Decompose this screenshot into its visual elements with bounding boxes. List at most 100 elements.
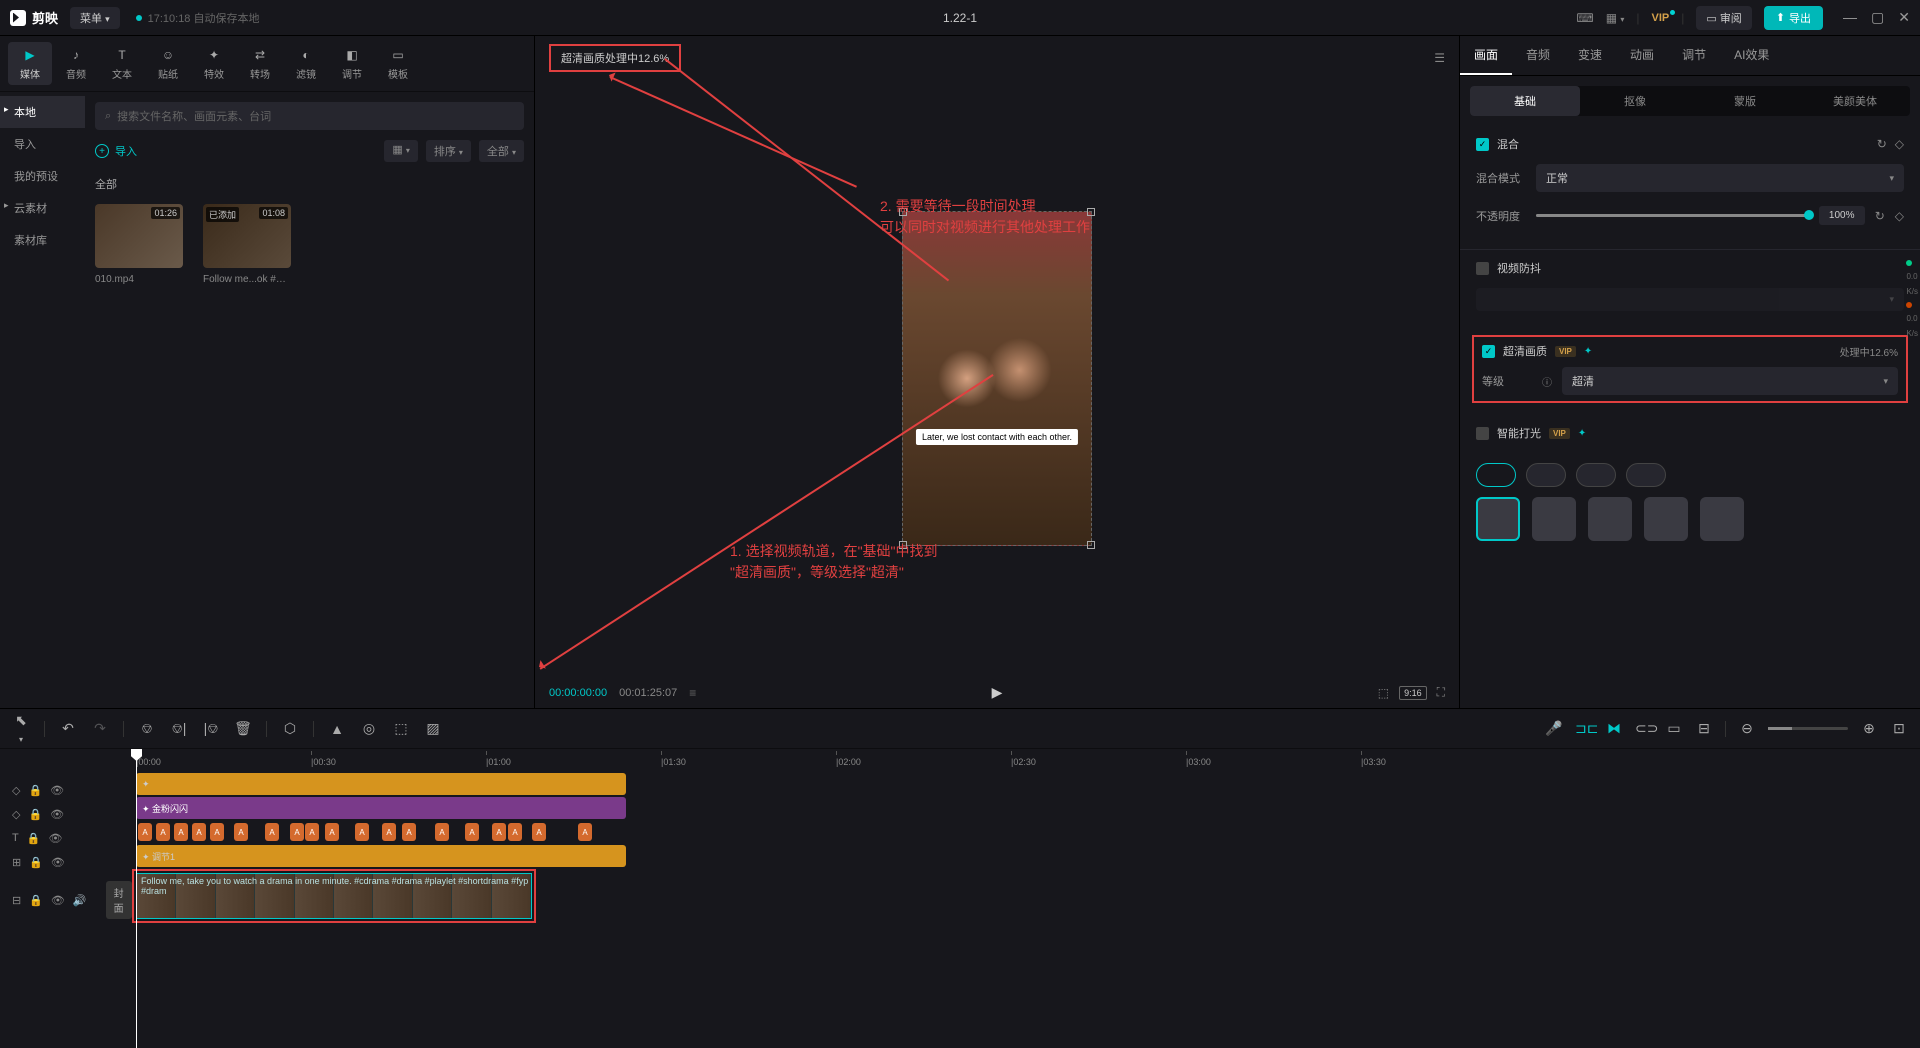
text-clip[interactable]: A bbox=[402, 823, 416, 841]
track-eye-icon[interactable]: 👁 bbox=[51, 894, 65, 907]
right-tab-动画[interactable]: 动画 bbox=[1616, 36, 1668, 75]
preview-tool[interactable]: ▭ bbox=[1665, 720, 1683, 737]
cut-mode-tool[interactable]: ⊟ bbox=[1695, 720, 1713, 737]
search-input[interactable]: ⌕ 搜索文件名称、画面元素、台词 bbox=[95, 102, 524, 130]
face-preset[interactable] bbox=[1532, 497, 1576, 541]
text-clip[interactable]: A bbox=[508, 823, 522, 841]
track-lock-icon[interactable]: 🔒 bbox=[29, 894, 43, 907]
playhead[interactable] bbox=[136, 749, 137, 1048]
resize-handle[interactable] bbox=[1087, 208, 1095, 216]
track-eye-icon[interactable]: 👁 bbox=[51, 856, 65, 869]
keyframe-icon[interactable]: ◇ bbox=[1895, 209, 1904, 223]
sub-tab-基础[interactable]: 基础 bbox=[1470, 86, 1580, 116]
tool-tab-贴纸[interactable]: ☺贴纸 bbox=[146, 42, 190, 85]
sub-tab-抠像[interactable]: 抠像 bbox=[1580, 86, 1690, 116]
right-tab-变速[interactable]: 变速 bbox=[1564, 36, 1616, 75]
text-clip[interactable]: A bbox=[156, 823, 170, 841]
blend-mode-select[interactable]: 正常 ▾ bbox=[1536, 164, 1904, 192]
tool-tab-音频[interactable]: ♪音频 bbox=[54, 42, 98, 85]
resize-handle[interactable] bbox=[899, 208, 907, 216]
text-track-icon[interactable]: T bbox=[12, 832, 19, 844]
vip-badge[interactable]: VIP bbox=[1652, 12, 1670, 24]
split-left-tool[interactable]: ⎊| bbox=[170, 720, 188, 737]
resize-handle[interactable] bbox=[899, 541, 907, 549]
effect-clip[interactable]: ✦ 金粉闪闪 bbox=[136, 797, 626, 819]
reset-icon[interactable]: ↻ bbox=[1875, 209, 1885, 223]
video-clip[interactable]: Follow me, take you to watch a drama in … bbox=[136, 873, 532, 919]
cover-button[interactable]: 封面 bbox=[106, 881, 132, 919]
level-select[interactable]: 超清 ▾ bbox=[1562, 367, 1898, 395]
zoom-slider[interactable] bbox=[1768, 727, 1848, 730]
shortcut-icon[interactable]: ⌨ bbox=[1576, 11, 1593, 25]
play-button[interactable]: ▶ bbox=[992, 684, 1003, 701]
track-visibility-icon[interactable]: ◇ bbox=[12, 784, 20, 797]
volume-icon[interactable]: ≡ bbox=[689, 686, 696, 700]
face-preset[interactable] bbox=[1588, 497, 1632, 541]
magnet-tool[interactable]: ⊐⊏ bbox=[1575, 720, 1593, 737]
blend-checkbox[interactable]: ✓ bbox=[1476, 138, 1489, 151]
sidebar-item-local[interactable]: 本地 bbox=[0, 96, 85, 128]
track-lock-icon[interactable]: 🔒 bbox=[28, 808, 42, 821]
tool-tab-调节[interactable]: ◧调节 bbox=[330, 42, 374, 85]
grid-view-button[interactable]: ▦ ▾ bbox=[384, 140, 417, 162]
split-tool[interactable]: ⎊ bbox=[138, 720, 156, 737]
preset-item[interactable] bbox=[1626, 463, 1666, 487]
text-clip[interactable]: A bbox=[578, 823, 592, 841]
video-preview[interactable]: Later, we lost contact with each other. bbox=[902, 211, 1092, 546]
text-clip[interactable]: A bbox=[138, 823, 152, 841]
opacity-slider[interactable] bbox=[1536, 214, 1809, 217]
track-mute-icon[interactable]: 🔊 bbox=[73, 894, 87, 907]
face-preset[interactable] bbox=[1700, 497, 1744, 541]
zoom-out-icon[interactable]: ⊖ bbox=[1738, 720, 1756, 737]
select-tool[interactable]: ⬉ ▾ bbox=[12, 712, 30, 745]
text-clip[interactable]: A bbox=[492, 823, 506, 841]
track-eye-icon[interactable]: 👁 bbox=[50, 808, 64, 821]
import-button[interactable]: + 导入 bbox=[95, 143, 137, 159]
face-preset[interactable] bbox=[1644, 497, 1688, 541]
audio-clip[interactable]: ✦ bbox=[136, 773, 626, 795]
redo-button[interactable]: ↷ bbox=[91, 720, 109, 737]
text-clip[interactable]: A bbox=[305, 823, 319, 841]
text-clip[interactable]: A bbox=[192, 823, 206, 841]
sidebar-item-cloud[interactable]: 云素材 bbox=[0, 192, 85, 224]
tool-tab-文本[interactable]: T文本 bbox=[100, 42, 144, 85]
mic-icon[interactable]: 🎤 bbox=[1545, 720, 1563, 737]
text-clip[interactable]: A bbox=[532, 823, 546, 841]
track-lock-icon[interactable]: 🔒 bbox=[27, 832, 41, 845]
right-tab-音频[interactable]: 音频 bbox=[1512, 36, 1564, 75]
link-tool[interactable]: ⧓ bbox=[1605, 720, 1623, 737]
menu-button[interactable]: 菜单 ▾ bbox=[70, 7, 120, 29]
fullscreen-icon[interactable]: ⛶ bbox=[1437, 685, 1445, 700]
tool-tab-特效[interactable]: ✦特效 bbox=[192, 42, 236, 85]
media-item[interactable]: 01:26010.mp4 bbox=[95, 204, 183, 285]
tool-tab-转场[interactable]: ⇄转场 bbox=[238, 42, 282, 85]
text-clip[interactable]: A bbox=[174, 823, 188, 841]
track-lock-icon[interactable]: 🔒 bbox=[29, 856, 43, 869]
snap-tool[interactable]: ⊂⊃ bbox=[1635, 720, 1653, 737]
resize-handle[interactable] bbox=[1087, 541, 1095, 549]
text-clip[interactable]: A bbox=[435, 823, 449, 841]
sidebar-item-import[interactable]: 导入 bbox=[0, 128, 85, 160]
sidebar-item-preset[interactable]: 我的预设 bbox=[0, 160, 85, 192]
compare-icon[interactable]: ⬚ bbox=[1378, 686, 1389, 700]
mark-tool[interactable]: ⬡ bbox=[281, 720, 299, 737]
sidebar-item-library[interactable]: 素材库 bbox=[0, 224, 85, 256]
preset-item[interactable] bbox=[1526, 463, 1566, 487]
preview-menu-icon[interactable]: ☰ bbox=[1434, 51, 1445, 65]
right-tab-画面[interactable]: 画面 bbox=[1460, 36, 1512, 75]
track-eye-icon[interactable]: 👁 bbox=[50, 784, 64, 797]
adjust-clip[interactable]: ✦ 调节1 bbox=[136, 845, 626, 867]
text-clip[interactable]: A bbox=[234, 823, 248, 841]
reset-icon[interactable]: ↻ bbox=[1877, 137, 1887, 151]
stabilize-checkbox[interactable] bbox=[1476, 262, 1489, 275]
minimize-icon[interactable]: — bbox=[1843, 9, 1857, 26]
maximize-icon[interactable]: ▢ bbox=[1871, 9, 1884, 26]
right-tab-AI效果[interactable]: AI效果 bbox=[1720, 36, 1783, 75]
track-stack-icon[interactable]: ⊟ bbox=[12, 894, 21, 907]
split-right-tool[interactable]: |⎊ bbox=[202, 720, 220, 737]
text-clip[interactable]: A bbox=[265, 823, 279, 841]
preset-item[interactable] bbox=[1476, 463, 1516, 487]
filter-button[interactable]: 全部 ▾ bbox=[479, 140, 524, 162]
record-tool[interactable]: ▲ bbox=[328, 721, 346, 737]
track-adjust-icon[interactable]: ⊞ bbox=[12, 856, 21, 869]
